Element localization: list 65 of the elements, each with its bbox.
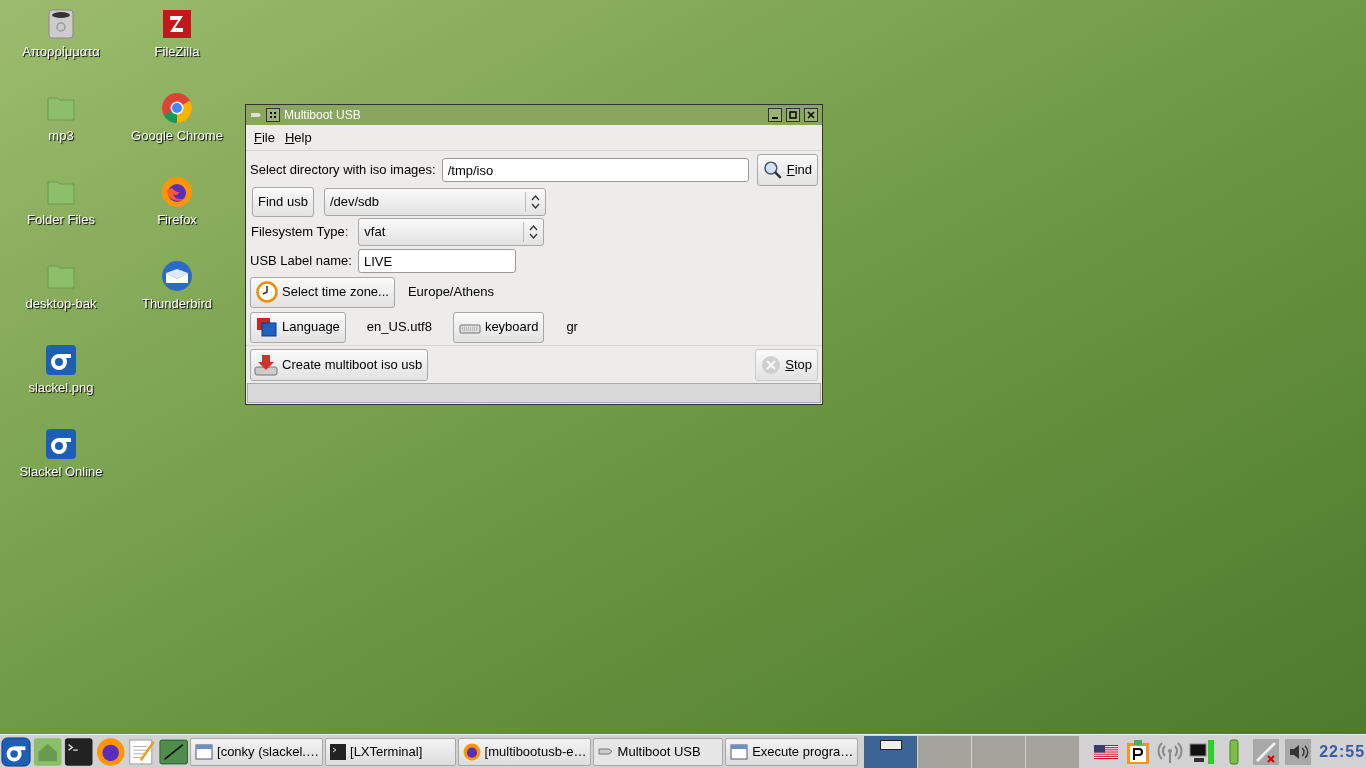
usb-drive-icon (597, 748, 614, 755)
field-label: Select directory with iso images: (250, 161, 436, 180)
create-usb-button[interactable]: Create multiboot iso usb (250, 348, 429, 381)
thunderbird-logo-icon (161, 260, 193, 292)
network-computer-icon[interactable] (1189, 738, 1216, 765)
chrome-logo-icon (161, 92, 193, 124)
firefox-logo-icon (462, 742, 481, 761)
trash-icon (45, 8, 77, 40)
volume-icon[interactable] (1285, 738, 1312, 765)
up-down-arrows-icon (529, 225, 539, 239)
task-button[interactable]: [multibootusb-e… (457, 737, 591, 766)
language-button[interactable]: Language (250, 311, 346, 343)
cancel-icon (761, 354, 782, 375)
menu-item[interactable]: Help (284, 127, 312, 148)
directory-field[interactable]: /tmp/iso (441, 158, 749, 182)
time-zone-button[interactable]: Select time zone... (250, 276, 395, 308)
desktop-pager-cell[interactable] (972, 735, 1026, 768)
maximize-icon (789, 111, 797, 119)
filesystem-select[interactable]: vfat (358, 218, 545, 246)
terminal-icon[interactable] (64, 736, 94, 767)
dots-icon (269, 111, 277, 119)
download-drive-icon (254, 353, 278, 376)
usb-drive-icon (250, 110, 262, 120)
window-menu-button[interactable] (266, 108, 280, 122)
usb-label-field[interactable]: LIVE (357, 249, 516, 273)
find-button[interactable]: Find (757, 154, 818, 186)
up-down-arrows-icon (530, 195, 540, 209)
task-button[interactable]: [conky (slackel.… (190, 737, 324, 766)
clipboard-icon[interactable] (1125, 738, 1152, 765)
language-value: en_US.utf8 (366, 318, 432, 337)
time-zone-value: Europe/Athens (407, 283, 494, 302)
firefox-logo-icon[interactable] (95, 736, 126, 767)
minimize-button[interactable] (768, 108, 782, 122)
keyboard-button[interactable]: keyboard (452, 311, 545, 343)
window-title: Multiboot USB (284, 107, 362, 124)
swirl-logo-icon (45, 428, 77, 460)
field-label: USB Label name: (250, 252, 352, 271)
maximize-button[interactable] (786, 108, 800, 122)
desktop-pager-cell[interactable] (918, 735, 972, 768)
flags-icon (256, 316, 278, 338)
disconnected-plug-icon[interactable] (1253, 738, 1280, 765)
close-icon (807, 111, 815, 119)
terminal-icon (330, 743, 347, 760)
system-monitor-icon[interactable] (158, 736, 189, 767)
swirl-logo-icon (45, 344, 77, 376)
desktop-pager-cell[interactable] (1026, 735, 1080, 768)
filezilla-logo-icon (161, 8, 193, 40)
window-icon (195, 742, 214, 761)
keyboard-value: gr (566, 318, 578, 337)
clock[interactable]: 22:55 (1319, 739, 1366, 764)
task-button[interactable]: Execute progra… (725, 737, 859, 766)
swirl-logo-icon[interactable] (1, 736, 31, 767)
task-button[interactable]: [LXTerminal] (325, 737, 456, 766)
window-thumbnail (879, 739, 902, 750)
task-button[interactable]: Multiboot USB (592, 737, 724, 766)
menu-item[interactable]: File (254, 127, 275, 148)
firefox-logo-icon (161, 176, 193, 208)
clock-icon (256, 281, 278, 303)
field-label: Filesystem Type: (251, 223, 349, 242)
close-button[interactable] (804, 108, 818, 122)
window-icon (730, 742, 749, 761)
desktop-pager-cell[interactable] (864, 735, 918, 768)
find-usb-button[interactable]: Find usb (252, 187, 314, 217)
device-select[interactable]: /dev/sdb (323, 188, 546, 216)
search-icon (763, 160, 783, 180)
